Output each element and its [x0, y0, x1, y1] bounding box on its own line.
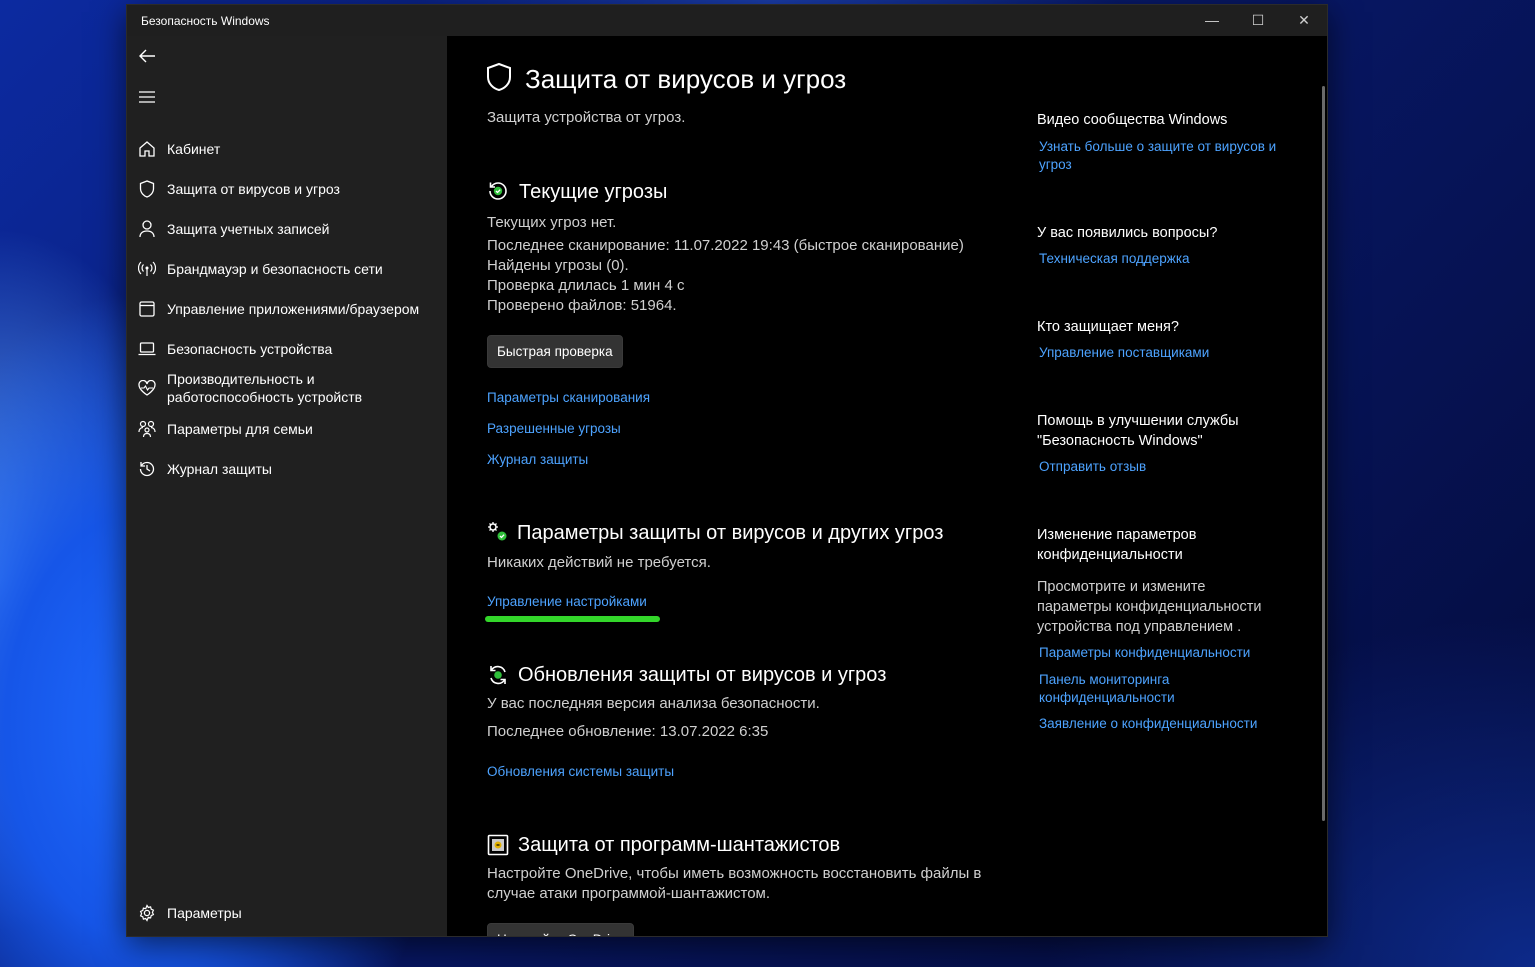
last-update-line: Последнее обновление: 13.07.2022 6:35 — [487, 723, 769, 740]
allowed-threats-link[interactable]: Разрешенные угрозы — [487, 421, 621, 436]
sidebar-item-settings[interactable]: Параметры — [127, 898, 447, 928]
manage-providers-link[interactable]: Управление поставщиками — [1039, 344, 1279, 362]
updates-status-line: У вас последняя версия анализа безопасно… — [487, 695, 820, 712]
scan-options-link[interactable]: Параметры сканирования — [487, 390, 650, 405]
sidebar-item-label: Безопасность устройства — [167, 341, 333, 357]
privacy-statement-link[interactable]: Заявление о конфиденциальности — [1039, 715, 1279, 733]
title-bar[interactable]: Безопасность Windows — ☐ ✕ — [127, 5, 1327, 36]
protection-updates-link[interactable]: Обновления системы защиты — [487, 764, 674, 779]
manage-settings-link[interactable]: Управление настройками — [487, 594, 647, 609]
sidebar-item-family-options[interactable]: Параметры для семьи — [127, 414, 447, 444]
minimize-button[interactable]: — — [1189, 5, 1235, 36]
vertical-scrollbar[interactable] — [1322, 86, 1325, 821]
last-scan-line: Последнее сканирование: 11.07.2022 19:43… — [487, 237, 964, 254]
sidebar-item-virus-protection[interactable]: Защита от вирусов и угроз — [127, 174, 447, 204]
page-subtitle: Защита устройства от угроз. — [487, 109, 686, 126]
sidebar-item-device-security[interactable]: Безопасность устройства — [127, 334, 447, 364]
back-button[interactable] — [135, 44, 159, 68]
section-title-protection-settings: Параметры защиты от вирусов и других угр… — [517, 522, 944, 544]
laptop-icon — [137, 339, 157, 359]
privacy-settings-link[interactable]: Параметры конфиденциальности — [1039, 644, 1279, 662]
feedback-title: Помощь в улучшении службы "Безопасность … — [1037, 413, 1239, 449]
app-window-icon — [137, 299, 157, 319]
menu-button[interactable] — [135, 85, 159, 109]
privacy-dashboard-link[interactable]: Панель мониторинга конфиденциальности — [1039, 671, 1199, 707]
home-icon — [137, 139, 157, 159]
sidebar-item-label: Защита от вирусов и угроз — [167, 181, 340, 197]
person-icon — [137, 219, 157, 239]
history-icon — [137, 459, 157, 479]
setup-onedrive-button[interactable]: Настройка OneDrive — [487, 923, 635, 936]
sidebar-item-home[interactable]: Кабинет — [127, 134, 447, 164]
sidebar-item-label: Брандмауэр и безопасность сети — [167, 261, 383, 277]
scan-duration-line: Проверка длилась 1 мин 4 с — [487, 277, 685, 294]
shield-icon — [487, 62, 511, 92]
quick-scan-button[interactable]: Быстрая проверка — [487, 335, 623, 368]
maximize-button[interactable]: ☐ — [1235, 5, 1281, 36]
settings-gears-icon — [488, 522, 507, 541]
send-feedback-link[interactable]: Отправить отзыв — [1039, 458, 1279, 476]
sidebar: Кабинет Защита от вирусов и угроз Защита… — [127, 36, 447, 936]
back-arrow-icon — [139, 49, 155, 63]
sidebar-item-label: Управление приложениями/браузером — [167, 301, 420, 317]
section-title-updates: Обновления защиты от вирусов и угроз — [518, 664, 887, 686]
threat-status-line: Текущих угроз нет. — [487, 214, 617, 231]
sidebar-item-label: Параметры для семьи — [167, 421, 313, 437]
files-scanned-line: Проверено файлов: 51964. — [487, 297, 677, 314]
protection-history-link[interactable]: Журнал защиты — [487, 452, 588, 467]
sidebar-item-device-performance[interactable]: Производительность и работоспособность у… — [127, 368, 447, 408]
sidebar-item-label: Производительность и работоспособность у… — [167, 371, 363, 405]
privacy-description: Просмотрите и измените параметры конфиде… — [1037, 579, 1262, 635]
wifi-antenna-icon — [137, 259, 157, 279]
heart-pulse-icon — [137, 378, 157, 398]
family-icon — [137, 419, 157, 439]
hamburger-icon — [139, 91, 155, 103]
protection-settings-status: Никаких действий не требуется. — [487, 554, 711, 571]
windows-security-window: Безопасность Windows — ☐ ✕ Кабинет Защит… — [126, 4, 1328, 937]
threat-scan-icon — [489, 182, 507, 200]
learn-more-link[interactable]: Узнать больше о защите от вирусов и угро… — [1039, 138, 1279, 174]
sidebar-item-label: Журнал защиты — [167, 461, 272, 477]
page-title: Защита от вирусов и угроз — [525, 64, 847, 94]
section-title-ransomware: Защита от программ-шантажистов — [518, 834, 841, 856]
sidebar-item-firewall[interactable]: Брандмауэр и безопасность сети — [127, 254, 447, 284]
sidebar-item-app-browser-control[interactable]: Управление приложениями/браузером — [127, 294, 447, 324]
section-title-current-threats: Текущие угрозы — [519, 181, 668, 203]
main-content: Защита от вирусов и угроз Защита устройс… — [447, 36, 1327, 936]
who-protects-title: Кто защищает меня? — [1037, 319, 1179, 335]
community-videos-title: Видео сообщества Windows — [1037, 112, 1228, 128]
ransomware-folder-icon — [487, 834, 509, 856]
close-button[interactable]: ✕ — [1281, 5, 1327, 36]
sidebar-item-protection-history[interactable]: Журнал защиты — [127, 454, 447, 484]
sidebar-item-label: Параметры — [167, 905, 242, 921]
sidebar-item-label: Защита учетных записей — [167, 221, 330, 237]
questions-title: У вас появились вопросы? — [1037, 225, 1218, 241]
highlight-underline — [485, 616, 660, 622]
ransomware-description: Настройте OneDrive, чтобы иметь возможно… — [487, 865, 982, 902]
window-title: Безопасность Windows — [141, 14, 270, 28]
gear-icon — [137, 903, 157, 923]
shield-icon — [137, 179, 157, 199]
sidebar-item-label: Кабинет — [167, 141, 221, 157]
privacy-title: Изменение параметров конфиденциальности — [1037, 527, 1197, 563]
tech-support-link[interactable]: Техническая поддержка — [1039, 250, 1279, 268]
update-refresh-icon — [490, 665, 506, 685]
sidebar-item-account-protection[interactable]: Защита учетных записей — [127, 214, 447, 244]
threats-found-line: Найдены угрозы (0). — [487, 257, 629, 274]
